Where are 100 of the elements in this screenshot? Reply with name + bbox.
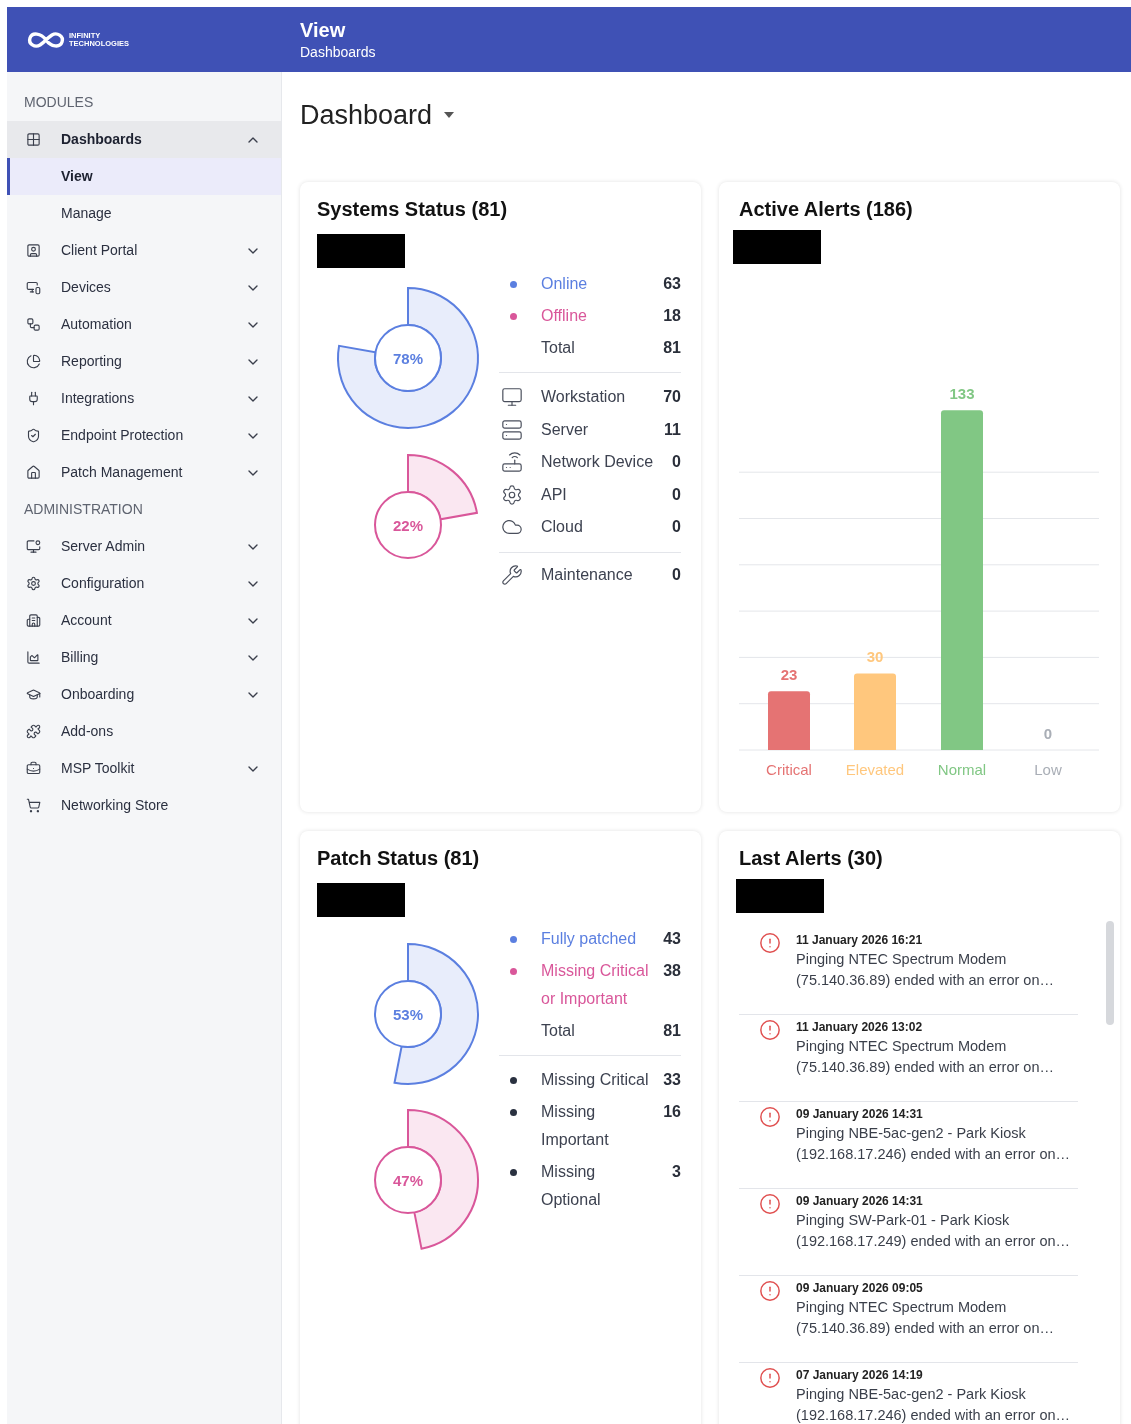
legend-label: Maintenance [541,564,634,585]
chart-icon [26,650,41,665]
gauge-percent: 78% [393,350,423,367]
page-heading: View [300,17,347,42]
legend-label: Missing Critical or Important [541,961,650,1009]
sidebar-item[interactable]: Billing [7,639,281,676]
grid-icon [26,132,41,147]
user-card-icon [26,243,41,258]
alert-icon [758,1106,781,1128]
alert-message: Pinging NBE-5ac-gen2 - Park Kiosk (192.168.17.246) ended with an error on… [796,1124,1072,1164]
sidebar-item[interactable]: Client Portal [7,232,281,269]
legend-label: Network Device [541,452,655,473]
card-title: Systems Status (81) [317,197,508,221]
legend-value: 11 [663,419,681,440]
alert-message: Pinging SW-Park-01 - Park Kiosk (192.168.17.249) ended with an error on… [796,1211,1072,1251]
gauge-percent: 47% [393,1172,423,1189]
bar-value-label: 23 [780,666,798,684]
category-label: Critical [766,761,812,778]
alert-message: Pinging NTEC Spectrum Modem (75.140.36.89) ended with an error on… [796,1037,1055,1077]
plug-icon [26,391,41,406]
sidebar-item[interactable]: Patch Management [7,454,281,491]
sidebar-item[interactable]: MSP Toolkit [7,750,281,787]
shield-icon [26,428,41,443]
legend-value: 33 [662,1070,681,1090]
gauge-percent: 53% [393,1006,423,1023]
alert-message: Pinging NBE-5ac-gen2 - Park Kiosk (192.168.17.246) ended with an error on… [796,1385,1072,1424]
legend-value: 0 [671,484,681,505]
workflow-icon [26,317,41,332]
legend-label: Total [541,338,576,358]
server-icon [501,418,523,441]
category-label: Elevated [845,761,905,778]
gear-icon [501,483,523,506]
monitor-icon [501,386,523,409]
house-icon [26,465,41,480]
legend-value: 38 [662,961,681,981]
legend-label: Missing Critical [541,1070,650,1090]
alert-time: 09 January 2026 14:31 [796,1106,924,1123]
settings-icon [26,576,41,591]
router-icon [501,451,523,474]
legend-label: Cloud [541,517,584,538]
cart-icon [26,798,41,813]
legend-value: 70 [662,387,681,408]
sidebar-item[interactable]: Integrations [7,380,281,417]
briefcase-icon [26,761,41,776]
alert-time: 09 January 2026 14:31 [796,1193,924,1210]
sidebar-item[interactable]: Onboarding [7,676,281,713]
legend-value: 81 [662,1021,681,1041]
sidebar-item[interactable]: Dashboards [7,121,281,158]
sidebar-item[interactable]: Networking Store [7,787,281,824]
sidebar-item[interactable]: Devices [7,269,281,306]
legend-label: Missing Optional [541,1162,602,1210]
breadcrumb: Dashboards [300,42,376,62]
sidebar-item[interactable]: Automation [7,306,281,343]
building-icon [26,613,41,628]
card-title: Last Alerts (30) [739,846,883,870]
sidebar-item[interactable]: Endpoint Protection [7,417,281,454]
alert-time: 11 January 2026 16:21 [796,932,924,949]
alert-icon [758,1280,781,1302]
legend-label: Fully patched [541,929,638,949]
dashboard-selector[interactable]: Dashboard [300,96,455,134]
sidebar-item[interactable]: Reporting [7,343,281,380]
alert-icon [758,1367,781,1389]
legend-label: Total [541,1021,576,1041]
legend-value: 3 [671,1162,681,1182]
sidebar-subitem[interactable]: Manage [7,195,281,232]
legend-label: Workstation [541,387,627,408]
pie-chart-icon [26,354,41,369]
legend-value: 16 [662,1102,681,1122]
category-label: Low [1034,761,1062,778]
legend-label: Online [541,274,589,294]
alert-bar [768,691,810,750]
legend-label: Server [541,419,590,440]
alert-icon [758,1019,781,1041]
legend-value: 0 [671,452,681,473]
legend-label: Offline [541,306,588,326]
alert-time: 09 January 2026 09:05 [796,1280,924,1297]
card-title: Patch Status (81) [317,846,480,870]
sidebar-item[interactable]: Configuration [7,565,281,602]
alert-icon [758,932,781,954]
legend-label: Missing Important [541,1102,610,1150]
devices-icon [26,280,41,295]
sidebar-item[interactable]: Server Admin [7,528,281,565]
wrench-icon [501,563,523,586]
legend-value: 0 [671,517,681,538]
legend-value: 81 [662,338,681,358]
caret-down-icon [444,112,455,118]
monitor-icon [26,539,41,554]
graduation-cap-icon [26,687,41,702]
card-title: Active Alerts (186) [739,197,913,221]
alert-message: Pinging NTEC Spectrum Modem (75.140.36.89) ended with an error on… [796,1298,1055,1338]
legend-label: API [541,484,568,505]
infinity-logo-icon [26,29,66,50]
legend-value: 43 [662,929,681,949]
category-label: Normal [937,761,987,778]
alert-time: 07 January 2026 14:19 [796,1367,924,1384]
sidebar-item[interactable]: Add-ons [7,713,281,750]
legend-value: 63 [662,274,681,294]
sidebar-subitem[interactable]: View [7,158,281,195]
bar-value-label: 0 [1043,725,1053,742]
sidebar-item[interactable]: Account [7,602,281,639]
